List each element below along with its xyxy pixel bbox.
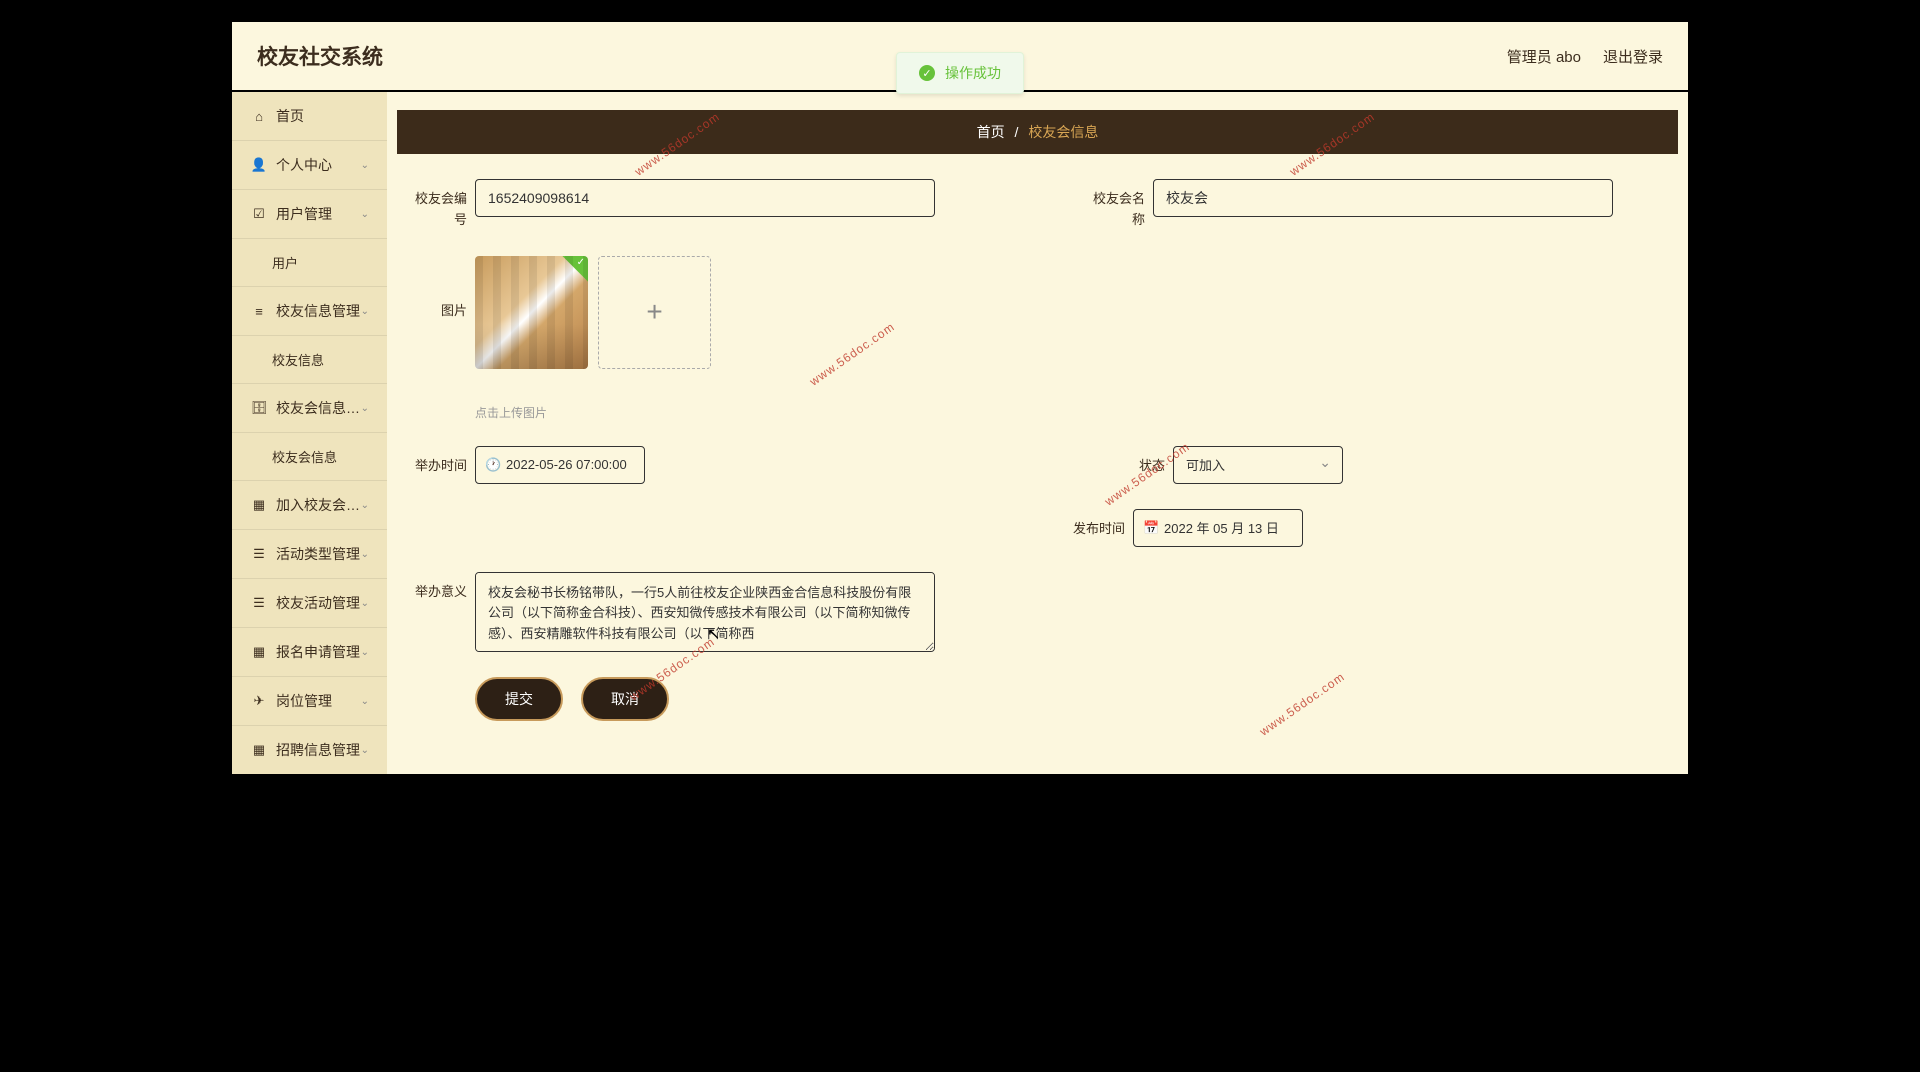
plane-icon: ✈ [250,693,268,709]
breadcrumb-current: 校友会信息 [1028,124,1098,140]
calendar-icon: 📅 [1143,520,1159,536]
success-toast: ✓ 操作成功 [896,52,1024,94]
label-hold-time: 举办时间 [407,446,467,477]
breadcrumb: 首页 / 校友会信息 [397,110,1678,154]
upload-add-button[interactable]: + [598,256,711,369]
sidebar-item-alumni-info-mgmt[interactable]: ≡ 校友信息管理 ⌄ [232,287,387,336]
upload-hint: 点击上传图片 [475,404,711,421]
user-icon: 👤 [250,157,268,173]
sidebar-item-position-mgmt[interactable]: ✈ 岗位管理 ⌄ [232,677,387,726]
list-icon: ☰ [250,595,268,611]
chevron-down-icon: ⌄ [361,160,369,171]
sidebar-item-apply-mgmt[interactable]: ▦ 报名申请管理 ⌄ [232,628,387,677]
archive-icon: 🗄 [250,400,268,416]
textarea-meaning[interactable] [475,572,935,652]
chevron-down-icon: ⌄ [361,598,369,609]
main-content: 首页 / 校友会信息 校友会编号 校友会名称 [387,92,1688,774]
input-assoc-name[interactable] [1153,179,1613,217]
chevron-down-icon: ⌄ [361,306,369,317]
grid-icon: ▦ [250,644,268,660]
sidebar-item-user[interactable]: 用户 [232,239,387,287]
sidebar-item-profile[interactable]: 👤 个人中心 ⌄ [232,141,387,190]
chevron-down-icon: ⌄ [361,745,369,756]
grid-icon: ▦ [250,497,268,513]
sidebar: ⌂ 首页 👤 个人中心 ⌄ ☑ 用户管理 ⌄ 用户 ≡ 校友信息管理 ⌄ [232,92,387,774]
logout-link[interactable]: 退出登录 [1603,46,1663,67]
label-status: 状态 [1125,446,1165,477]
chevron-down-icon: ⌄ [361,209,369,220]
chevron-down-icon: ⌄ [361,500,369,511]
home-icon: ⌂ [250,109,268,124]
label-assoc-name: 校友会名称 [1085,179,1145,231]
submit-button[interactable]: 提交 [475,677,563,721]
sidebar-item-user-mgmt[interactable]: ☑ 用户管理 ⌄ [232,190,387,239]
sidebar-item-activity-type-mgmt[interactable]: ☰ 活动类型管理 ⌄ [232,530,387,579]
sidebar-item-home[interactable]: ⌂ 首页 [232,92,387,141]
label-image: 图片 [407,256,467,322]
list-icon: ≡ [250,304,268,319]
sidebar-item-recruit-mgmt[interactable]: ▦ 招聘信息管理 ⌄ [232,726,387,774]
label-meaning: 举办意义 [407,572,467,603]
uploaded-image-thumb[interactable] [475,256,588,369]
sidebar-item-alumni-info[interactable]: 校友信息 [232,336,387,384]
select-status[interactable] [1173,446,1343,484]
admin-label[interactable]: 管理员 abo [1507,46,1581,67]
cancel-button[interactable]: 取消 [581,677,669,721]
chevron-down-icon: ⌄ [361,696,369,707]
sidebar-item-activity-mgmt[interactable]: ☰ 校友活动管理 ⌄ [232,579,387,628]
chevron-down-icon: ⌄ [361,647,369,658]
list-icon: ☰ [250,546,268,562]
toast-message: 操作成功 [945,63,1001,83]
sidebar-item-join-assoc-mgmt[interactable]: ▦ 加入校友会管理 ⌄ [232,481,387,530]
breadcrumb-sep: / [1015,124,1019,140]
sidebar-item-assoc-info-mgmt[interactable]: 🗄 校友会信息管理 ⌄ [232,384,387,433]
chevron-down-icon: ⌄ [361,403,369,414]
label-assoc-id: 校友会编号 [407,179,467,231]
sidebar-item-assoc-info[interactable]: 校友会信息 [232,433,387,481]
checkbox-icon: ☑ [250,206,268,222]
app-title: 校友社交系统 [257,41,383,71]
clock-icon: 🕐 [485,457,501,473]
input-assoc-id[interactable] [475,179,935,217]
label-publish-time: 发布时间 [1065,509,1125,540]
chevron-down-icon: ⌄ [361,549,369,560]
check-icon [562,256,588,282]
grid-icon: ▦ [250,742,268,758]
check-circle-icon: ✓ [919,65,935,81]
breadcrumb-home[interactable]: 首页 [977,124,1005,140]
